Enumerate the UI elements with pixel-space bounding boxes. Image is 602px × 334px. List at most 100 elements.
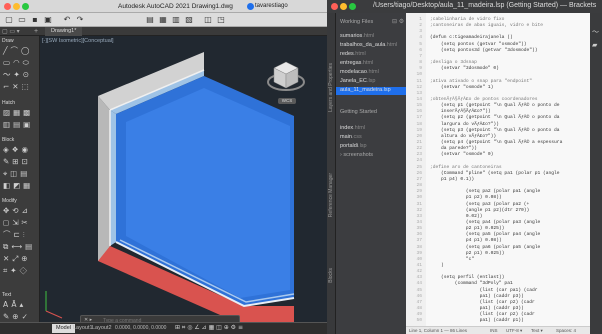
draw-tools-row-2[interactable]: ▭◠⬭ [3, 57, 32, 68]
line-number: 7 [419, 53, 422, 59]
code-line: largura do vÃƒÂ£o?")) [430, 121, 499, 127]
working-file-item[interactable]: trabalhos_da_aula.html [340, 42, 397, 48]
minimize-window-button[interactable] [340, 3, 347, 10]
line-number: 21 [416, 140, 422, 145]
line-number: 39 [416, 250, 422, 256]
code-editor[interactable]: 1 2 3 4 5 6 7 8 9 10 11 12 13 14 15 16 17 18 19 20 21 22 23 24 2… [406, 13, 590, 326]
code-line: (setq p4 (getpoint "\n Qual ÃƒÂ© a espes… [430, 140, 563, 145]
live-preview-icon[interactable]: 〜 [592, 27, 599, 37]
extension-manager-icon[interactable]: ▰ [592, 41, 597, 49]
tab-menu-icon[interactable]: ▢ ▭ ▾ [2, 28, 20, 35]
save-icon[interactable]: ▪ [30, 15, 40, 24]
encoding-selector[interactable]: UTF-8 ▾ [506, 328, 522, 334]
line-number: 44 [416, 281, 422, 287]
autocad-status-bar: Model Layout1 Layout2 0.0000, 0.0000, 0.… [0, 322, 327, 334]
save-as-icon[interactable]: ▣ [43, 15, 53, 24]
new-file-icon[interactable]: ▢ [4, 15, 14, 24]
zoom-window-button[interactable] [22, 3, 29, 10]
tab-reference-manager[interactable]: Reference Manager [328, 173, 334, 217]
project-file-item[interactable]: main.css [340, 134, 362, 140]
working-file-item[interactable]: entregas.html [340, 60, 373, 66]
split-view-icon[interactable]: ⊟ ⚙ [392, 18, 404, 25]
line-number: 23 [416, 152, 422, 158]
tab-layout1[interactable]: Layout1 [73, 324, 93, 333]
indent-selector[interactable]: Spaces: 4 [556, 328, 576, 333]
plot-icon[interactable]: ▤ [145, 15, 155, 24]
zoom-window-button[interactable] [349, 3, 356, 10]
modify-tools-row-2[interactable]: ◻⇲✂ [3, 217, 31, 228]
code-line: (setvar "3dosmode" 0) [430, 66, 499, 72]
line-number: 45 [416, 287, 422, 293]
line-number: 41 [416, 263, 422, 268]
status-toggles[interactable]: ⊞ ⌗ ◎ ∠ ⊿ ▦ ◫ ⊕ ⚙ ≡ [175, 323, 243, 333]
working-file-item-active[interactable]: aula_11_madeira.lsp [340, 87, 391, 93]
project-folder-item[interactable]: › screenshots [340, 152, 373, 158]
close-window-button[interactable] [4, 3, 11, 10]
hatch-tools-row-1[interactable]: ▨▦▩ [3, 107, 33, 118]
palette-section-text[interactable]: Text [2, 292, 11, 298]
layer-icon[interactable]: ▦ [158, 15, 168, 24]
text-tools-row-2[interactable]: ✎⊕✓ [3, 311, 31, 322]
tab-layers-properties[interactable]: Layers and Properties [328, 63, 334, 112]
draw-tools-row-1[interactable]: ╱⌒◯ [3, 45, 32, 56]
hatch-tools-row-2[interactable]: ▥▤▣ [3, 119, 33, 130]
line-number: 4 [419, 35, 422, 41]
open-folder-icon[interactable]: ▭ [17, 15, 27, 24]
project-header[interactable]: Getting Started [340, 109, 377, 115]
editor-status-bar: Line 1, Column 1 — 86 Lines INS UTF-8 ▾ … [406, 326, 590, 334]
redo-icon[interactable]: ↷ [75, 15, 85, 24]
undo-icon[interactable]: ↶ [62, 15, 72, 24]
modify-tools-row-6[interactable]: ⌗✦⟐ [3, 265, 30, 276]
line-number: 27 [416, 176, 422, 182]
palette-section-hatch[interactable]: Hatch [2, 100, 15, 106]
share-icon[interactable]: ◳ [216, 15, 226, 24]
code-line: (setq p2 (getpoint "\n Qual ÃƒÂ© o ponto… [430, 115, 560, 121]
user-name[interactable]: tavarestiago [255, 3, 288, 9]
insert-mode[interactable]: INS [490, 328, 498, 333]
tab-model[interactable]: Model [52, 324, 75, 333]
wcs-button[interactable]: WCS [278, 98, 296, 104]
palette-section-modify[interactable]: Modify [2, 198, 17, 204]
block-tools-row-4[interactable]: ◧◩▦ [3, 180, 33, 191]
minimize-window-button[interactable] [13, 3, 20, 10]
language-selector[interactable]: Text ▾ [531, 328, 543, 334]
palette-section-block[interactable]: Block [2, 137, 14, 143]
workspace-icon[interactable]: ◫ [203, 15, 213, 24]
tab-drawing1[interactable]: Drawing1* [45, 27, 83, 36]
draw-tools-row-4[interactable]: ⌐✕⬚ [3, 81, 32, 92]
working-file-item[interactable]: sumarios.html [340, 33, 374, 39]
text-tools-row-1[interactable]: AĀ▴ [3, 299, 26, 310]
line-number: 30 [416, 195, 422, 201]
block-tools-row-3[interactable]: ⌖◫▤ [3, 168, 30, 179]
line-number: 22 [416, 146, 422, 152]
quick-access-toolbar: ▢ ▭ ▪ ▣ ↶ ↷ ▤ ▦ ▥ ▧ ◫ ◳ [0, 13, 327, 27]
draw-tools-row-3[interactable]: 〜✦⊙ [3, 69, 32, 80]
line-number: 19 [416, 127, 422, 133]
modify-tools-row-4[interactable]: ⧉⟷▤ [3, 241, 35, 252]
close-window-button[interactable] [331, 3, 338, 10]
line-number: 28 [416, 183, 422, 189]
palette-section-draw[interactable]: Draw [2, 38, 14, 44]
user-icon[interactable] [247, 3, 254, 10]
drawing-canvas[interactable]: [-][SW Isometric][Conceptual] WCS ✕ ▸ Ty… [40, 36, 327, 322]
tab-blocks[interactable]: Blocks [328, 268, 334, 283]
modify-tools-row-5[interactable]: ✕⤢⊕ [3, 253, 31, 264]
working-file-item[interactable]: Janela_EC.lsp [340, 78, 375, 84]
command-line[interactable]: ✕ ▸ [80, 315, 240, 322]
new-tab-button[interactable]: + [34, 27, 38, 36]
properties-icon[interactable]: ▥ [171, 15, 181, 24]
cursor-position: Line 1, Column 1 — 86 Lines [409, 328, 468, 333]
project-file-item[interactable]: portaldi.lsp [340, 143, 367, 149]
match-icon[interactable]: ▧ [184, 15, 194, 24]
tab-layout2[interactable]: Layout2 [92, 324, 112, 333]
working-file-item[interactable]: redes.html [340, 51, 366, 57]
project-file-item[interactable]: index.html [340, 125, 365, 131]
modify-tools-row-3[interactable]: ⌒⊏⫶ [3, 229, 28, 240]
modify-tools-row-1[interactable]: ✥⟲⊿ [3, 205, 31, 216]
working-file-item[interactable]: modelacao.html [340, 69, 379, 75]
viewcube[interactable] [266, 56, 306, 102]
frame-left-face [98, 96, 110, 261]
block-tools-row-1[interactable]: ◈❖◉ [3, 144, 31, 155]
window-title: /Users/tiago/Desktop/aula_11_madeira.lsp… [373, 2, 597, 9]
block-tools-row-2[interactable]: ✎⊞⊡ [3, 156, 31, 167]
